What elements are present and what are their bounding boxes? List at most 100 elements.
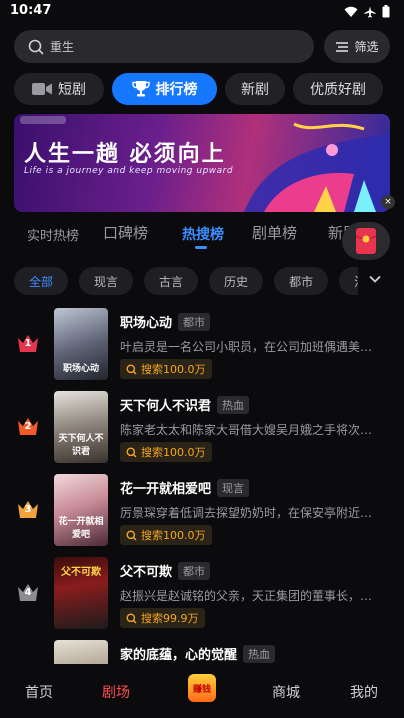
search-placeholder: 重生 [50,40,75,54]
rank-badge: 4 [17,583,39,603]
nav-theater[interactable]: 剧场 [102,682,130,702]
rank-number: 2 [24,421,32,432]
title-line: 职场心动 都市 [120,312,211,331]
nav-earn-button[interactable]: 赚钱 [188,674,216,702]
drama-description: 厉景琛穿着低调去探望奶奶时，在保安亭附近被… [120,506,378,520]
search-icon [126,530,137,540]
tab-playlist[interactable]: 剧单榜 [252,222,297,243]
airplane-icon [364,6,376,17]
video-camera-icon [32,83,52,95]
drama-title: 家的底蕴，心的觉醒 [120,648,238,663]
tab-short-drama[interactable]: 短剧 [14,73,104,105]
search-count-badge: 搜索100.0万 [120,359,212,379]
poster-image[interactable]: 花一开就相爱吧 [54,474,108,546]
drama-title: 天下何人不识君 [120,399,212,414]
chip-all[interactable]: 全部 [14,267,69,295]
filter-icon [336,41,349,52]
promo-banner[interactable]: 人生一趟 必须向上 Life is a journey and keep mov… [14,114,390,212]
genre-tag: 都市 [178,312,211,331]
status-bar: 10:47 [0,0,404,24]
genre-tag: 都市 [178,561,211,580]
genre-tag: 热血 [243,644,276,663]
battery-icon [382,5,390,18]
active-tab-indicator [195,246,207,249]
search-icon [126,447,137,457]
tab-new-drama[interactable]: 新剧 [225,73,285,105]
filter-button[interactable]: 筛选 [324,30,390,63]
list-item[interactable]: 2 天下何人不识君 天下何人不识君 热血 陈家老太太和陈家大哥借大嫂吴月娥之手将… [0,389,404,465]
drama-title: 花一开就相爱吧 [120,482,212,497]
chip-modern-romance[interactable]: 现言 [79,267,134,295]
nav-mall[interactable]: 商城 [272,682,300,702]
tab-ranking[interactable]: 排行榜 [112,73,217,105]
drama-description: 陈家老太太和陈家大哥借大嫂吴月娥之手将次子… [120,423,378,437]
drama-title: 父不可欺 [120,565,173,580]
tab-label: 短剧 [58,82,86,98]
poster-image[interactable]: 父不可欺 [54,557,108,629]
rank-badge: 2 [17,417,39,437]
chevron-down-icon[interactable] [368,272,382,286]
tab-label: 优质好剧 [310,82,366,98]
tab-reputation[interactable]: 口碑榜 [103,222,148,243]
search-input[interactable]: 重生 [14,30,314,63]
search-icon [126,364,137,374]
tab-hot-search[interactable]: 热搜榜 [182,224,224,244]
genre-chips: 全部 现言 古言 历史 都市 活 [14,267,358,295]
chip-history[interactable]: 历史 [209,267,264,295]
tab-label: 排行榜 [155,82,198,98]
red-packet-button[interactable] [342,222,390,260]
poster-caption: 天下何人不识君 [58,434,104,457]
status-icons [344,5,390,18]
rank-badge: 3 [17,500,39,520]
nav-profile[interactable]: 我的 [350,682,378,702]
rank-number: 1 [24,338,32,349]
tab-quality-drama[interactable]: 优质好剧 [293,73,383,105]
nav-home[interactable]: 首页 [25,682,53,702]
search-count: 搜索100.0万 [141,446,206,459]
banner-title: 人生一趟 必须向上 [24,142,226,167]
poster-caption: 花一开就相爱吧 [58,517,104,540]
status-time: 10:47 [10,3,52,18]
search-icon [28,39,44,54]
poster-image[interactable]: 职场心动 [54,308,108,380]
list-item[interactable]: 1 职场心动 职场心动 都市 叶启灵是一名公司小职员，在公司加班偶遇美女… 搜索… [0,306,404,382]
bottom-nav: 首页 剧场 赚钱 商城 我的 [0,664,404,718]
tab-realtime-hot[interactable]: 实时热榜 [27,225,79,244]
search-count-badge: 搜索100.0万 [120,442,212,462]
poster-caption: 职场心动 [62,364,99,374]
rank-number: 4 [24,587,32,598]
search-count: 搜索99.9万 [141,612,199,625]
filter-label: 筛选 [354,40,379,54]
chip-urban[interactable]: 都市 [274,267,329,295]
search-count-badge: 搜索99.9万 [120,608,205,628]
red-envelope-icon [356,228,376,254]
trophy-icon [131,81,150,97]
genre-tag: 现言 [217,478,250,497]
chip-ancient-romance[interactable]: 古言 [144,267,199,295]
earn-label: 赚钱 [192,684,211,695]
title-line: 天下何人不识君 热血 [120,395,250,414]
poster-image[interactable]: 天下何人不识君 [54,391,108,463]
list-item[interactable]: 家的底蕴，心的觉醒 热血 [0,638,404,664]
drama-description: 叶启灵是一名公司小职员，在公司加班偶遇美女… [120,340,378,354]
chip-more[interactable]: 活 [339,267,358,295]
title-line: 家的底蕴，心的觉醒 热血 [120,644,276,663]
wifi-icon [344,6,358,17]
banner-subtitle: Life is a journey and keep moving upward [24,166,234,176]
close-icon: × [384,197,392,207]
poster-caption: 父不可欺 [61,567,101,578]
search-count: 搜索100.0万 [141,529,206,542]
search-count: 搜索100.0万 [141,363,206,376]
tab-label: 新剧 [241,82,269,98]
list-item[interactable]: 4 父不可欺 父不可欺 都市 赵振兴是赵诚铭的父亲，天正集团的董事长，大… 搜索… [0,555,404,631]
poster-image[interactable] [54,640,108,664]
drama-title: 职场心动 [120,316,173,331]
list-item[interactable]: 3 花一开就相爱吧 花一开就相爱吧 现言 厉景琛穿着低调去探望奶奶时，在保安亭附… [0,472,404,548]
title-line: 花一开就相爱吧 现言 [120,478,250,497]
rank-badge: 1 [17,334,39,354]
main-tabs: 短剧 排行榜 新剧 优质好剧 [14,73,383,105]
title-line: 父不可欺 都市 [120,561,211,580]
search-icon [126,613,137,623]
banner-close-button[interactable]: × [381,195,395,209]
rank-number: 3 [24,504,32,515]
